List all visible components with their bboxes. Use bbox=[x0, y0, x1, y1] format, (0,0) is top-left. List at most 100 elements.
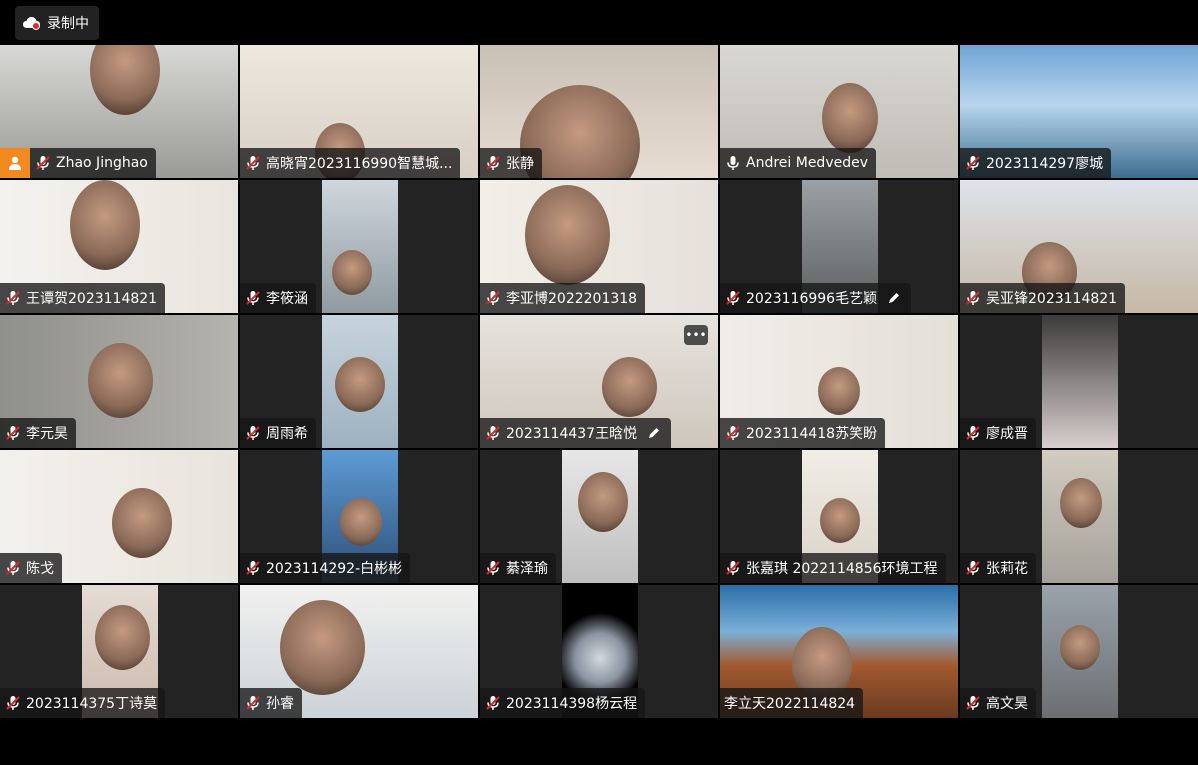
participant-name-tag: Andrei Medvedev bbox=[720, 148, 877, 178]
participant-face bbox=[578, 472, 628, 532]
participant-name: 李立天2022114824 bbox=[724, 696, 856, 712]
more-options-button[interactable]: ••• bbox=[684, 325, 708, 345]
participant-face bbox=[335, 357, 385, 412]
participant-name-tag: 孙睿 bbox=[240, 688, 302, 718]
participant-name: 李元昊 bbox=[26, 426, 68, 442]
participant-video-tile[interactable]: 廖成晋 bbox=[960, 315, 1198, 448]
participant-video-tile[interactable]: 吴亚锋2023114821 bbox=[960, 180, 1198, 313]
recording-indicator[interactable]: 录制中 bbox=[15, 6, 99, 40]
mic-muted-icon bbox=[244, 559, 262, 577]
mic-muted-icon bbox=[4, 424, 22, 442]
participant-name: Zhao Jinghao bbox=[56, 155, 148, 171]
participant-name-tag: 2023114398杨云程 bbox=[480, 688, 646, 718]
participant-name-tag: 李元昊 bbox=[0, 418, 76, 448]
participant-name-tag: 綦泽瑜 bbox=[480, 553, 556, 583]
participant-name: 陈戈 bbox=[26, 561, 54, 577]
mic-muted-icon bbox=[484, 154, 502, 172]
participant-video-tile[interactable]: 李亚博2022201318 bbox=[480, 180, 718, 313]
mic-muted-icon bbox=[964, 424, 982, 442]
participant-name: 王谭贺2023114821 bbox=[26, 291, 158, 307]
participant-name: 廖成晋 bbox=[986, 426, 1028, 442]
participant-name-tag: Zhao Jinghao bbox=[0, 148, 156, 178]
cloud-record-icon bbox=[23, 14, 41, 32]
participant-video-tile[interactable]: 张莉花 bbox=[960, 450, 1198, 583]
participant-video-tile[interactable]: 张嘉琪 2022114856环境工程 bbox=[720, 450, 958, 583]
mic-muted-icon bbox=[244, 154, 262, 172]
participant-video-tile[interactable]: 2023114398杨云程 bbox=[480, 585, 718, 718]
participant-video-tile[interactable]: 綦泽瑜 bbox=[480, 450, 718, 583]
participant-video-tile[interactable]: 孙睿 bbox=[240, 585, 478, 718]
mic-muted-icon bbox=[964, 154, 982, 172]
rename-pencil-icon[interactable] bbox=[885, 289, 903, 307]
mic-muted-icon bbox=[724, 289, 742, 307]
participant-name: 高晓宵2023116990智慧城... bbox=[266, 156, 453, 172]
participant-name-tag: 2023116996毛艺颖 bbox=[720, 283, 912, 313]
participant-name: 2023114292-白彬彬 bbox=[266, 561, 403, 577]
mic-muted-icon bbox=[484, 559, 502, 577]
participant-video-tile[interactable]: 李筱涵 bbox=[240, 180, 478, 313]
participant-name-tag: 2023114418苏笑盼 bbox=[720, 418, 886, 448]
participant-face bbox=[1060, 625, 1100, 670]
participant-face bbox=[602, 357, 657, 417]
participant-name-tag: 张静 bbox=[480, 148, 542, 178]
participant-name: 张静 bbox=[506, 156, 534, 172]
participant-name-tag: 陈戈 bbox=[0, 553, 62, 583]
participant-name: 2023114437王晗悦 bbox=[506, 426, 638, 442]
participant-video-tile[interactable]: ••• 2023114437王晗悦 bbox=[480, 315, 718, 448]
participant-name-tag: 李立天2022114824 bbox=[720, 688, 864, 718]
participant-video-tile[interactable]: 2023114297廖城 bbox=[960, 45, 1198, 178]
mic-muted-icon bbox=[964, 289, 982, 307]
participant-face bbox=[1060, 478, 1102, 528]
participant-name: 李筱涵 bbox=[266, 291, 308, 307]
mic-muted-icon bbox=[484, 424, 502, 442]
participant-video-tile[interactable]: 2023114375丁诗莫 bbox=[0, 585, 238, 718]
participant-video-tile[interactable]: 2023116996毛艺颖 bbox=[720, 180, 958, 313]
portrait-video-feed bbox=[1042, 315, 1118, 448]
participant-name: 李亚博2022201318 bbox=[506, 291, 638, 307]
participant-face bbox=[112, 488, 172, 558]
participant-name-tag: 2023114297廖城 bbox=[960, 148, 1112, 178]
mic-muted-icon bbox=[4, 559, 22, 577]
mic-muted-icon bbox=[964, 559, 982, 577]
participant-name-tag: 2023114292-白彬彬 bbox=[240, 553, 411, 583]
participant-name-tag: 2023114437王晗悦 bbox=[480, 418, 672, 448]
participant-video-tile[interactable]: 陈戈 bbox=[0, 450, 238, 583]
participant-video-tile[interactable]: 李立天2022114824 bbox=[720, 585, 958, 718]
participant-name-tag: 王谭贺2023114821 bbox=[0, 283, 166, 313]
mic-icon bbox=[724, 154, 742, 172]
rename-pencil-icon[interactable] bbox=[645, 424, 663, 442]
participant-name-tag: 周雨希 bbox=[240, 418, 316, 448]
participant-video-tile[interactable]: 李元昊 bbox=[0, 315, 238, 448]
participant-name: 2023114375丁诗莫 bbox=[26, 696, 158, 712]
participant-video-tile[interactable]: 王谭贺2023114821 bbox=[0, 180, 238, 313]
mic-muted-icon bbox=[4, 289, 22, 307]
video-gallery: Zhao Jinghao 高晓宵2023116990智慧城... 张静 Andrei … bbox=[0, 45, 1198, 721]
participant-video-tile[interactable]: 张静 bbox=[480, 45, 718, 178]
participant-name: 张莉花 bbox=[986, 561, 1028, 577]
participant-video-tile[interactable]: 高文昊 bbox=[960, 585, 1198, 718]
participant-name-tag: 廖成晋 bbox=[960, 418, 1036, 448]
participant-name-tag: 高晓宵2023116990智慧城... bbox=[240, 148, 461, 178]
participant-video-tile[interactable]: 2023114418苏笑盼 bbox=[720, 315, 958, 448]
participant-video-tile[interactable]: 高晓宵2023116990智慧城... bbox=[240, 45, 478, 178]
participant-name: 2023116996毛艺颖 bbox=[746, 291, 878, 307]
participant-name: 2023114398杨云程 bbox=[506, 696, 638, 712]
participant-video-tile[interactable]: Zhao Jinghao bbox=[0, 45, 238, 178]
participant-face bbox=[818, 367, 860, 415]
participant-name-tag: 高文昊 bbox=[960, 688, 1036, 718]
participant-name: 綦泽瑜 bbox=[506, 561, 548, 577]
participant-video-tile[interactable]: Andrei Medvedev bbox=[720, 45, 958, 178]
participant-video-tile[interactable]: 周雨希 bbox=[240, 315, 478, 448]
participant-name-tag: 2023114375丁诗莫 bbox=[0, 688, 166, 718]
participant-name: 周雨希 bbox=[266, 426, 308, 442]
participant-face bbox=[525, 185, 610, 285]
participant-face bbox=[88, 343, 153, 418]
mic-muted-icon bbox=[4, 694, 22, 712]
mic-muted-icon bbox=[244, 694, 262, 712]
host-person-icon bbox=[0, 148, 30, 178]
participant-video-tile[interactable]: 2023114292-白彬彬 bbox=[240, 450, 478, 583]
participant-face bbox=[280, 600, 365, 695]
participant-name-tag: 吴亚锋2023114821 bbox=[960, 283, 1126, 313]
mic-muted-icon bbox=[484, 694, 502, 712]
participant-name-tag: 李亚博2022201318 bbox=[480, 283, 646, 313]
